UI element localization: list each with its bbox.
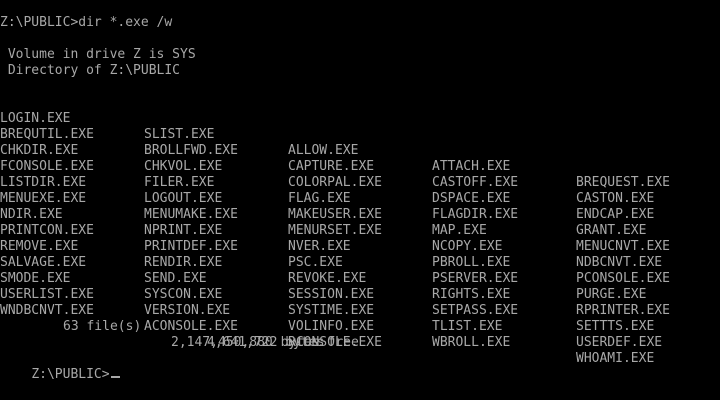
file-row: NDIR.EXE NPRINT.EXE NVER.EXE PBROLL.EXE … [0,191,670,286]
file-entry: FLAG.EXE [288,191,351,206]
file-entry: BROLLFWD.EXE [144,143,238,158]
file-row: WNDBCNVT.EXE ACONSOLE.EXE RCONSOLE.EXE [0,287,382,350]
file-row: LISTDIR.EXE LOGOUT.EXE MAKEUSER.EXE MAP.… [0,159,670,254]
file-entry: RIGHTS.EXE [432,287,511,302]
file-entry: GRANT.EXE [576,223,647,238]
file-entry: BREQUEST.EXE [576,175,670,190]
file-summary-line: 63 file(s) 4,641,722 bytes [0,303,720,350]
file-entry: PSERVER.EXE [432,271,519,286]
file-entry: USERDEF.EXE [576,335,663,350]
file-row: FCONSOLE.EXE FILER.EXE FLAG.EXE FLAGDIR.… [0,143,646,238]
free-space-line: 2,147,450,880 bytes free [0,319,720,350]
file-entry: PURGE.EXE [576,287,647,302]
file-entry: MENURSET.EXE [288,223,382,238]
file-row: LOGIN.EXE SLIST.EXE ALLOW.EXE ATTACH.EXE… [0,95,670,190]
directory-info-line: Directory of Z:\PUBLIC [0,63,181,78]
file-entry: NPRINT.EXE [144,223,223,238]
file-entry: MAP.EXE [432,223,487,238]
file-entry: MAKEUSER.EXE [288,207,382,222]
file-entry: CASTON.EXE [576,191,655,206]
file-entry: PRINTDEF.EXE [144,239,238,254]
file-row: BREQUTIL.EXE BROLLFWD.EXE CAPTURE.EXE CA… [0,111,654,206]
file-row: MENUEXE.EXE MENUMAKE.EXE MENURSET.EXE NC… [0,175,662,270]
file-row: REMOVE.EXE RENDIR.EXE REVOKE.EXE RIGHTS.… [0,223,670,318]
file-entry: PBROLL.EXE [432,255,511,270]
file-entry: SEND.EXE [144,271,207,286]
volume-info-line: Volume in drive Z is SYS [0,47,196,62]
file-entry: SYSCON.EXE [144,287,223,302]
file-entry: SESSION.EXE [288,287,375,302]
file-entry: LOGOUT.EXE [144,191,223,206]
file-entry: PCONSOLE.EXE [576,271,670,286]
file-entry: MENUMAKE.EXE [144,207,238,222]
file-entry: CHKVOL.EXE [144,159,223,174]
command-prompt: Z:\PUBLIC> [31,367,110,382]
file-entry: NVER.EXE [288,239,351,254]
file-entry: PSC.EXE [288,255,343,270]
file-entry: ENDCAP.EXE [576,207,655,222]
dos-terminal-screen[interactable]: Z:\PUBLIC>dir *.exe /w Volume in drive Z… [0,0,720,400]
file-entry: DSPACE.EXE [432,191,511,206]
file-entry: CAPTURE.EXE [288,159,375,174]
cursor-icon [110,376,120,378]
file-row: CHKDIR.EXE CHKVOL.EXE COLORPAL.EXE DSPAC… [0,127,654,222]
file-entry: FILER.EXE [144,175,215,190]
file-entry: WBROLL.EXE [432,335,511,350]
command-line: Z:\PUBLIC>dir *.exe /w [0,15,173,30]
file-row: SALVAGE.EXE SEND.EXE SESSION.EXE SETPASS… [0,239,654,334]
file-entry: REVOKE.EXE [288,271,367,286]
file-entry: FLAGDIR.EXE [432,207,519,222]
bytes-free: 2,147,450,880 bytes free [171,335,359,350]
file-entry: MENUCNVT.EXE [576,239,670,254]
prompt-line[interactable]: Z:\PUBLIC> [0,351,120,382]
file-entry: ATTACH.EXE [432,159,511,174]
file-row: USERLIST.EXE VERSION.EXE VOLINFO.EXE WBR… [0,271,654,366]
file-entry: RENDIR.EXE [144,255,223,270]
file-row: PRINTCON.EXE PRINTDEF.EXE PSC.EXE PSERVE… [0,207,646,302]
file-entry: WHOAMI.EXE [576,351,655,366]
file-entry: NCOPY.EXE [432,239,503,254]
file-entry: COLORPAL.EXE [288,175,382,190]
file-row: SMODE.EXE SYSCON.EXE SYSTIME.EXE TLIST.E… [0,255,662,350]
file-entry: ALLOW.EXE [288,143,359,158]
file-entry: NDBCNVT.EXE [576,255,663,270]
file-entry: SLIST.EXE [144,127,215,142]
file-entry: CASTOFF.EXE [432,175,519,190]
